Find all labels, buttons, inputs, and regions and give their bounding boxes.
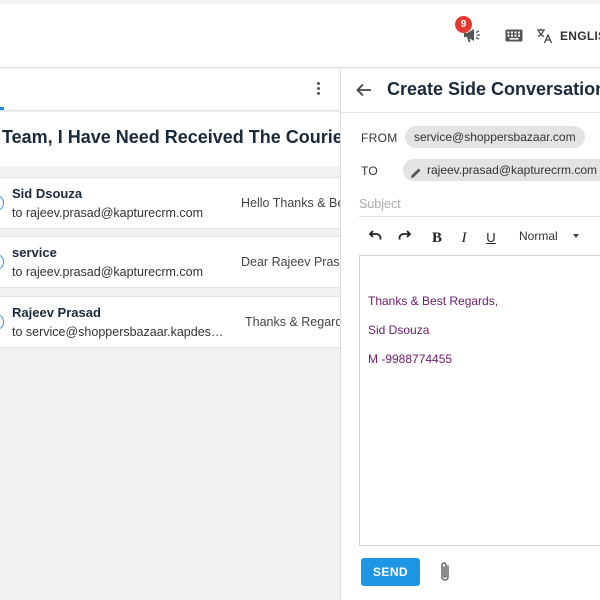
side-conversation-panel: Create Side Conversation FROM service@sh… xyxy=(340,69,600,600)
side-conversation-header: Create Side Conversation xyxy=(341,69,600,113)
avatar xyxy=(0,255,4,269)
conversation-recipient: to service@shoppersbazaar.kapdesk.com xyxy=(12,325,224,339)
conversation-preview: Hello Thanks & Best Regards xyxy=(241,196,351,210)
conversation-recipient: to rajeev.prasad@kapturecrm.com xyxy=(12,206,204,220)
more-options-icon[interactable] xyxy=(312,80,324,100)
pencil-icon[interactable] xyxy=(410,164,422,178)
italic-button[interactable]: I xyxy=(458,228,470,248)
side-conversation-title: Create Side Conversation xyxy=(387,79,600,99)
top-strip xyxy=(0,0,600,4)
conversation-item[interactable]: service to rajeev.prasad@kapturecrm.com … xyxy=(0,236,351,288)
to-recipient: rajeev.prasad@kapturecrm.com xyxy=(427,163,598,177)
underline-button[interactable]: U xyxy=(485,228,497,248)
message-editor[interactable]: Thanks & Best Regards, Sid Dsouza M -998… xyxy=(359,255,600,546)
signature-line: Sid Dsouza xyxy=(368,323,430,337)
undo-icon[interactable] xyxy=(368,228,383,248)
conversation-sender: service xyxy=(12,245,57,260)
signature-line: Thanks & Best Regards, xyxy=(368,294,499,308)
conversation-sender: Sid Dsouza xyxy=(12,186,83,201)
subject-input[interactable] xyxy=(359,191,600,217)
keyboard-icon[interactable] xyxy=(505,29,523,42)
ticket-subject: Team, I Have Need Received The Courier xyxy=(2,127,340,147)
signature-line: M -9988774455 xyxy=(368,352,453,366)
conversation-item[interactable]: Sid Dsouza to rajeev.prasad@kapturecrm.c… xyxy=(0,177,351,229)
conversation-recipient: to rajeev.prasad@kapturecrm.com xyxy=(12,265,204,279)
bold-button[interactable]: B xyxy=(430,228,444,248)
top-bar: 9 ENGLISH xyxy=(0,0,600,68)
to-chip[interactable]: rajeev.prasad@kapturecrm.com xyxy=(403,159,600,181)
format-select[interactable]: Normal xyxy=(519,229,558,243)
redo-icon[interactable] xyxy=(397,228,412,248)
conversation-preview: Thanks & Regards xyxy=(245,315,349,329)
from-label: FROM xyxy=(361,131,398,145)
language-selector[interactable]: ENGLISH xyxy=(560,29,600,43)
to-label: TO xyxy=(361,164,379,178)
panel-header xyxy=(0,69,340,111)
avatar xyxy=(0,196,4,210)
conversation-preview: Dear Rajeev Prasad xyxy=(241,255,351,269)
translate-icon[interactable] xyxy=(536,27,553,44)
conversation-sender: Rajeev Prasad xyxy=(12,305,101,320)
paperclip-icon[interactable] xyxy=(437,560,453,584)
from-chip[interactable]: service@shoppersbazaar.com xyxy=(405,126,585,148)
active-tab-indicator xyxy=(0,107,4,110)
notification-badge[interactable]: 9 xyxy=(455,16,472,33)
send-button[interactable]: SEND xyxy=(361,558,420,586)
chevron-down-icon[interactable] xyxy=(573,234,579,238)
arrow-left-icon[interactable] xyxy=(355,81,373,99)
conversation-item[interactable]: Rajeev Prasad to service@shoppersbazaar.… xyxy=(0,296,349,348)
editor-toolbar: B I U Normal xyxy=(359,223,600,253)
conversation-panel: Team, I Have Need Received The Courier S… xyxy=(0,69,351,600)
avatar xyxy=(0,315,4,329)
